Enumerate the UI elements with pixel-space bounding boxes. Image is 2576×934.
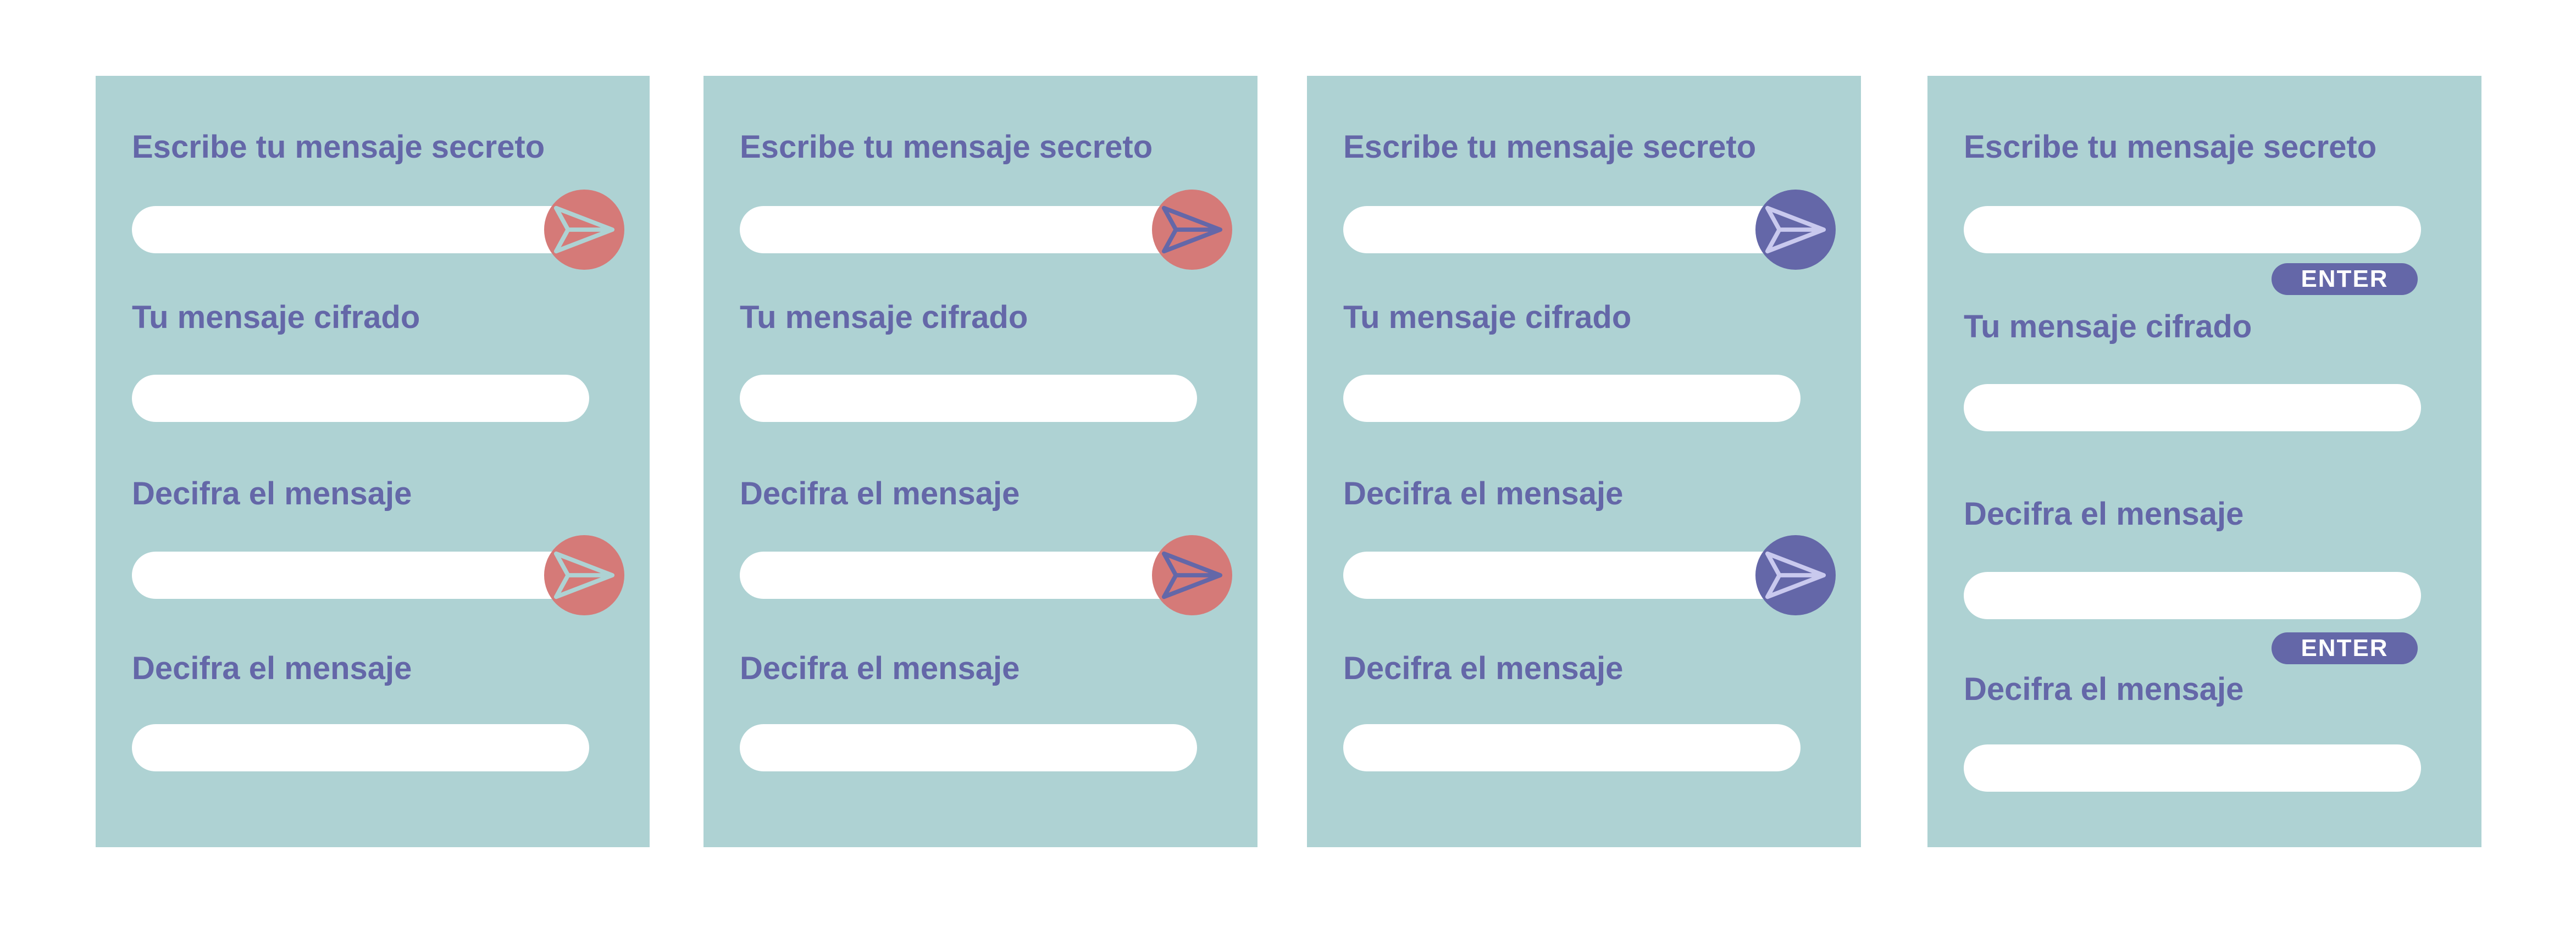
decrypt-message-label: Decifra el mensaje xyxy=(132,476,412,512)
encrypted-message-label: Tu mensaje cifrado xyxy=(132,299,420,335)
decrypt-message-input[interactable] xyxy=(1964,572,2421,619)
send-secret-button[interactable] xyxy=(1152,190,1232,270)
paper-plane-icon xyxy=(1161,551,1223,599)
enter-decrypt-button[interactable]: ENTER xyxy=(2272,632,2418,664)
send-secret-button[interactable] xyxy=(544,190,624,270)
cipher-panel-3: Escribe tu mensaje secreto Tu mensaje ci… xyxy=(1307,76,1861,847)
send-decrypt-button[interactable] xyxy=(544,535,624,615)
encrypted-message-output[interactable] xyxy=(132,375,589,422)
decrypt-message-input[interactable] xyxy=(740,552,1197,599)
send-decrypt-button[interactable] xyxy=(1152,535,1232,615)
cipher-panel-2: Escribe tu mensaje secreto Tu mensaje ci… xyxy=(703,76,1257,847)
cipher-panel-4: Escribe tu mensaje secreto ENTER Tu mens… xyxy=(1927,76,2481,847)
secret-message-input[interactable] xyxy=(1343,206,1801,253)
encrypted-message-label: Tu mensaje cifrado xyxy=(1343,299,1632,335)
encrypted-message-output[interactable] xyxy=(1343,375,1801,422)
decrypted-message-output[interactable] xyxy=(740,724,1197,771)
secret-message-label: Escribe tu mensaje secreto xyxy=(132,129,545,165)
decrypt-message-label: Decifra el mensaje xyxy=(1964,496,2244,532)
decrypt-message-label: Decifra el mensaje xyxy=(1343,476,1624,512)
encrypted-message-label: Tu mensaje cifrado xyxy=(1964,309,2252,344)
encrypted-message-output[interactable] xyxy=(1964,384,2421,431)
decrypted-message-output[interactable] xyxy=(132,724,589,771)
paper-plane-icon xyxy=(1765,205,1826,254)
decrypt-message-input[interactable] xyxy=(1343,552,1801,599)
secret-message-input[interactable] xyxy=(1964,206,2421,253)
decrypted-message-output[interactable] xyxy=(1964,744,2421,792)
cipher-panel-1: Escribe tu mensaje secreto Tu mensaje ci… xyxy=(96,76,650,847)
decrypt-message-input[interactable] xyxy=(132,552,589,599)
encrypted-message-label: Tu mensaje cifrado xyxy=(740,299,1028,335)
paper-plane-icon xyxy=(1161,205,1223,254)
decrypted-message-label: Decifra el mensaje xyxy=(740,651,1020,686)
decrypted-message-label: Decifra el mensaje xyxy=(1964,671,2244,707)
secret-message-label: Escribe tu mensaje secreto xyxy=(740,129,1153,165)
send-secret-button[interactable] xyxy=(1755,190,1836,270)
send-decrypt-button[interactable] xyxy=(1755,535,1836,615)
secret-message-input[interactable] xyxy=(740,206,1197,253)
encrypted-message-output[interactable] xyxy=(740,375,1197,422)
decrypted-message-output[interactable] xyxy=(1343,724,1801,771)
secret-message-input[interactable] xyxy=(132,206,589,253)
secret-message-label: Escribe tu mensaje secreto xyxy=(1343,129,1757,165)
secret-message-label: Escribe tu mensaje secreto xyxy=(1964,129,2377,165)
decrypt-message-label: Decifra el mensaje xyxy=(740,476,1020,512)
paper-plane-icon xyxy=(1765,551,1826,599)
paper-plane-icon xyxy=(553,551,615,599)
decrypted-message-label: Decifra el mensaje xyxy=(132,651,412,686)
decrypted-message-label: Decifra el mensaje xyxy=(1343,651,1624,686)
paper-plane-icon xyxy=(553,205,615,254)
enter-secret-button[interactable]: ENTER xyxy=(2272,263,2418,295)
